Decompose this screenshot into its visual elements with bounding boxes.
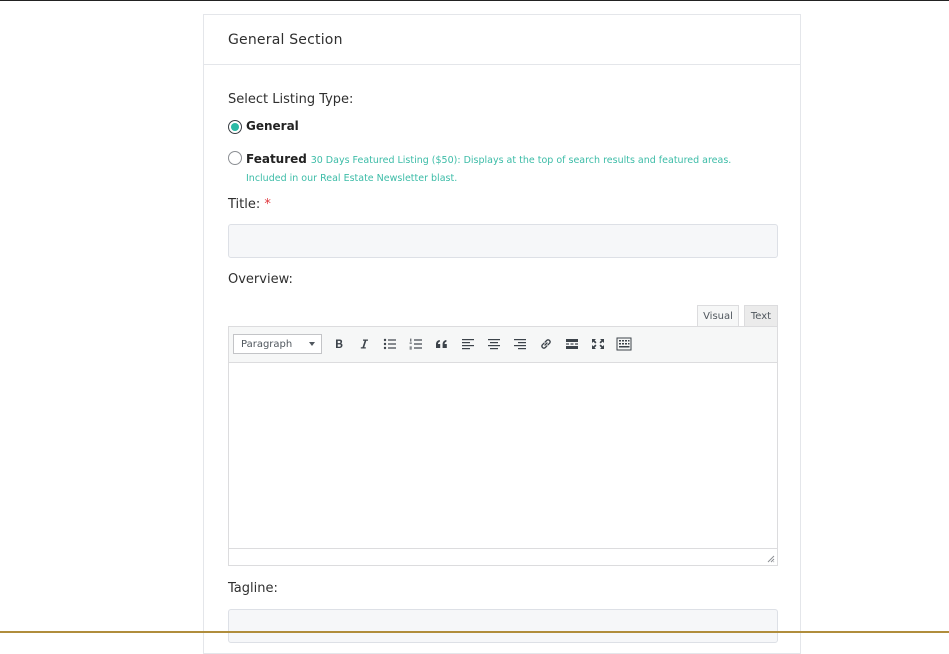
chevron-down-icon bbox=[309, 342, 315, 346]
radio-featured[interactable] bbox=[228, 151, 242, 165]
numbered-list-icon[interactable] bbox=[407, 335, 425, 353]
bullet-list-icon[interactable] bbox=[381, 335, 399, 353]
radio-general-label[interactable]: General bbox=[246, 119, 299, 133]
editor-content-area[interactable] bbox=[229, 363, 777, 548]
required-mark: * bbox=[264, 197, 271, 212]
bold-icon[interactable] bbox=[330, 335, 348, 353]
format-select-value: Paragraph bbox=[241, 338, 293, 350]
blockquote-icon[interactable] bbox=[433, 335, 451, 353]
listing-type-label: Select Listing Type: bbox=[228, 92, 354, 107]
overview-label: Overview: bbox=[228, 272, 293, 287]
title-input[interactable] bbox=[228, 224, 778, 258]
link-icon[interactable] bbox=[537, 335, 555, 353]
fullscreen-icon[interactable] bbox=[589, 335, 607, 353]
format-select[interactable]: Paragraph bbox=[233, 334, 322, 354]
align-left-icon[interactable] bbox=[459, 335, 477, 353]
section-header: General Section bbox=[204, 15, 800, 65]
tagline-input[interactable] bbox=[228, 609, 778, 643]
radio-general[interactable] bbox=[228, 120, 242, 134]
editor-toolbar: Paragraph bbox=[229, 327, 777, 363]
editor-status-bar bbox=[229, 548, 777, 565]
italic-icon[interactable] bbox=[355, 335, 373, 353]
resize-handle-icon[interactable] bbox=[767, 555, 775, 563]
featured-option[interactable]: Featured 30 Days Featured Listing ($50):… bbox=[246, 151, 766, 187]
read-more-icon[interactable] bbox=[563, 335, 581, 353]
radio-featured-label: Featured bbox=[246, 152, 307, 166]
tagline-label: Tagline: bbox=[228, 581, 278, 596]
title-label: Title: * bbox=[228, 197, 271, 212]
align-right-icon[interactable] bbox=[511, 335, 529, 353]
section-title: General Section bbox=[228, 31, 343, 48]
overview-editor: Paragraph bbox=[228, 326, 778, 566]
align-center-icon[interactable] bbox=[485, 335, 503, 353]
tab-text[interactable]: Text bbox=[744, 305, 778, 327]
toolbar-toggle-icon[interactable] bbox=[615, 335, 633, 353]
title-label-text: Title: bbox=[228, 197, 261, 212]
tab-visual[interactable]: Visual bbox=[697, 305, 739, 327]
featured-description: 30 Days Featured Listing ($50): Displays… bbox=[246, 155, 732, 184]
general-section-card: General Section Select Listing Type: Gen… bbox=[203, 14, 801, 654]
top-border bbox=[0, 0, 949, 1]
